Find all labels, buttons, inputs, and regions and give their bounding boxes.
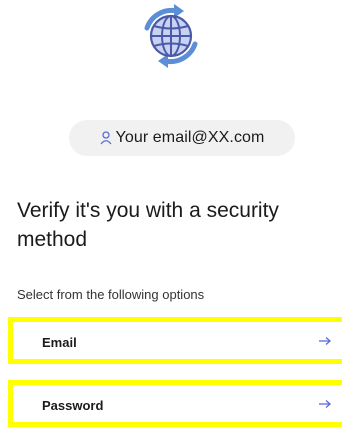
identity-email: Your email@XX.com bbox=[115, 129, 265, 146]
option-email[interactable]: Email bbox=[8, 317, 342, 364]
option-password[interactable]: Password bbox=[8, 380, 342, 427]
globe-sync-icon bbox=[144, 4, 198, 68]
option-email-label: Email bbox=[42, 335, 77, 350]
verify-identity-page: Your email@XX.com Verify it's you with a… bbox=[0, 0, 342, 436]
identity-chip[interactable]: Your email@XX.com bbox=[69, 120, 295, 156]
page-subtitle: Select from the following options bbox=[17, 287, 205, 302]
arrow-right-icon bbox=[319, 337, 331, 345]
arrow-right-icon bbox=[319, 400, 331, 408]
user-icon bbox=[100, 130, 114, 146]
option-password-label: Password bbox=[42, 398, 104, 413]
page-title: Verify it's you with a security method bbox=[17, 199, 279, 251]
